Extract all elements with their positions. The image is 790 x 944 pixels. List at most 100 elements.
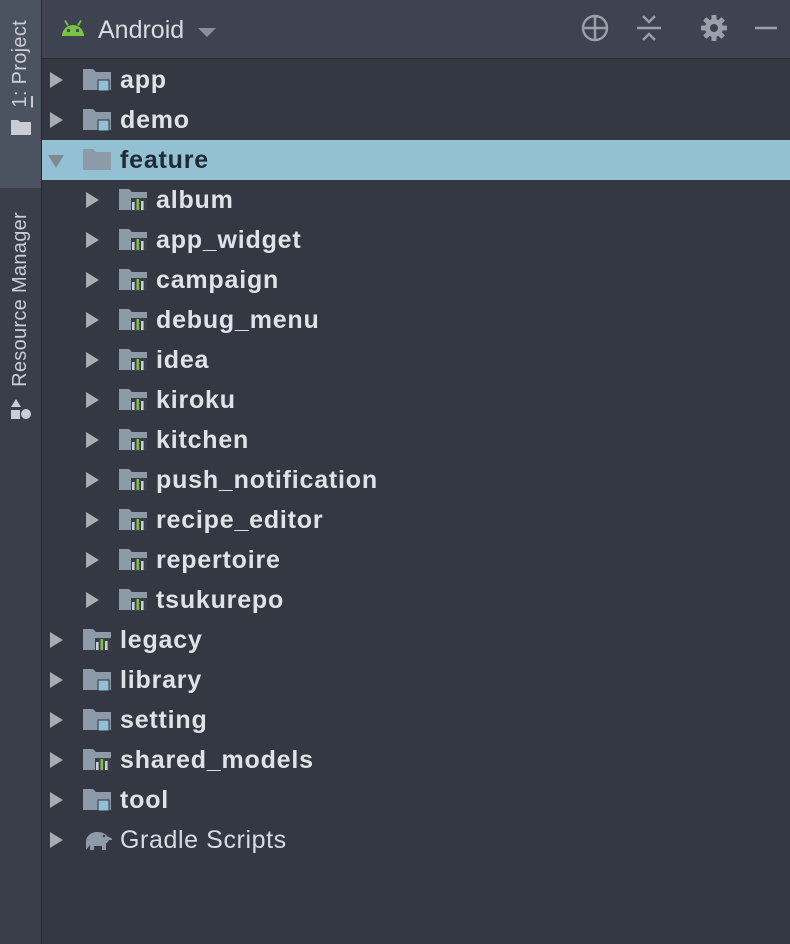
android-module-icon bbox=[118, 428, 150, 452]
collapsed-arrow-icon[interactable] bbox=[86, 232, 99, 248]
android-icon bbox=[60, 19, 86, 42]
tree-row[interactable]: kiroku bbox=[42, 380, 790, 420]
tree-row-label: library bbox=[120, 666, 203, 694]
project-tab[interactable]: 1: Project bbox=[0, 0, 41, 188]
view-selector-dropdown[interactable]: Android bbox=[60, 12, 217, 48]
minimize-icon bbox=[753, 15, 779, 46]
collapse-all-icon bbox=[635, 13, 663, 48]
resource-manager-icon bbox=[9, 397, 33, 426]
tree-row[interactable]: push_notification bbox=[42, 460, 790, 500]
tree-row[interactable]: campaign bbox=[42, 260, 790, 300]
tree-row[interactable]: recipe_editor bbox=[42, 500, 790, 540]
android-module-icon bbox=[82, 748, 114, 772]
tool-window-header: Android bbox=[42, 0, 790, 59]
collapsed-arrow-icon[interactable] bbox=[50, 712, 63, 728]
chevron-down-icon bbox=[198, 27, 217, 37]
project-tree: app demo feature album app_widget campaign deb… bbox=[42, 60, 790, 944]
tree-row-label: setting bbox=[120, 706, 208, 734]
tree-row[interactable]: shared_models bbox=[42, 740, 790, 780]
module-folder-icon bbox=[82, 708, 114, 732]
collapsed-arrow-icon[interactable] bbox=[50, 632, 63, 648]
tree-row-label: demo bbox=[120, 106, 190, 134]
tree-row[interactable]: legacy bbox=[42, 620, 790, 660]
tree-row[interactable]: Gradle Scripts bbox=[42, 820, 790, 860]
tree-row-label: shared_models bbox=[120, 746, 314, 774]
module-folder-icon bbox=[82, 68, 114, 92]
tree-row[interactable]: idea bbox=[42, 340, 790, 380]
minimize-button[interactable] bbox=[750, 14, 782, 46]
project-tab-label: 1: Project bbox=[9, 20, 31, 108]
tree-row[interactable]: app_widget bbox=[42, 220, 790, 260]
collapsed-arrow-icon[interactable] bbox=[86, 312, 99, 328]
android-module-icon bbox=[118, 268, 150, 292]
tree-row-label: legacy bbox=[120, 626, 203, 654]
gear-icon bbox=[700, 14, 728, 47]
collapsed-arrow-icon[interactable] bbox=[86, 432, 99, 448]
tree-row-label: push_notification bbox=[156, 466, 378, 494]
android-module-icon bbox=[118, 588, 150, 612]
locate-target-button[interactable] bbox=[579, 14, 611, 46]
collapsed-arrow-icon[interactable] bbox=[86, 592, 99, 608]
collapsed-arrow-icon[interactable] bbox=[50, 672, 63, 688]
folder-icon bbox=[10, 118, 32, 141]
gradle-elephant-icon bbox=[82, 828, 114, 852]
android-module-icon bbox=[118, 548, 150, 572]
tree-row-label: app_widget bbox=[156, 226, 302, 254]
tree-row[interactable]: tsukurepo bbox=[42, 580, 790, 620]
module-folder-icon bbox=[82, 788, 114, 812]
collapsed-arrow-icon[interactable] bbox=[50, 832, 63, 848]
tree-row[interactable]: kitchen bbox=[42, 420, 790, 460]
android-module-icon bbox=[82, 628, 114, 652]
collapsed-arrow-icon[interactable] bbox=[86, 552, 99, 568]
tree-row[interactable]: tool bbox=[42, 780, 790, 820]
tree-row[interactable]: app bbox=[42, 60, 790, 100]
tree-row[interactable]: feature bbox=[42, 140, 790, 180]
tree-row-label: tsukurepo bbox=[156, 586, 285, 614]
collapsed-arrow-icon[interactable] bbox=[86, 512, 99, 528]
resource-manager-tab[interactable]: Resource Manager bbox=[0, 212, 41, 472]
tree-row[interactable]: setting bbox=[42, 700, 790, 740]
tree-row-label: repertoire bbox=[156, 546, 281, 574]
project-tool-window: 1: Project Resource Manager Android app … bbox=[0, 0, 790, 944]
tool-window-strip: 1: Project Resource Manager bbox=[0, 0, 42, 944]
folder-icon bbox=[82, 148, 114, 172]
collapsed-arrow-icon[interactable] bbox=[50, 112, 63, 128]
module-folder-icon bbox=[82, 108, 114, 132]
android-module-icon bbox=[118, 508, 150, 532]
tree-row-label: kitchen bbox=[156, 426, 250, 454]
android-module-icon bbox=[118, 468, 150, 492]
collapsed-arrow-icon[interactable] bbox=[50, 752, 63, 768]
android-module-icon bbox=[118, 188, 150, 212]
collapsed-arrow-icon[interactable] bbox=[86, 192, 99, 208]
collapsed-arrow-icon[interactable] bbox=[86, 272, 99, 288]
android-module-icon bbox=[118, 388, 150, 412]
resource-manager-tab-label: Resource Manager bbox=[9, 212, 31, 387]
settings-button[interactable] bbox=[698, 14, 730, 46]
tree-row-label: app bbox=[120, 66, 167, 94]
tree-row-label: recipe_editor bbox=[156, 506, 324, 534]
tree-row-label: debug_menu bbox=[156, 306, 320, 334]
tree-row[interactable]: demo bbox=[42, 100, 790, 140]
tree-row-label: campaign bbox=[156, 266, 280, 294]
tree-row[interactable]: debug_menu bbox=[42, 300, 790, 340]
locate-target-icon bbox=[580, 13, 610, 48]
collapsed-arrow-icon[interactable] bbox=[86, 392, 99, 408]
collapsed-arrow-icon[interactable] bbox=[50, 792, 63, 808]
module-folder-icon bbox=[82, 668, 114, 692]
collapse-all-button[interactable] bbox=[633, 14, 665, 46]
tree-row[interactable]: album bbox=[42, 180, 790, 220]
android-module-icon bbox=[118, 308, 150, 332]
collapsed-arrow-icon[interactable] bbox=[86, 472, 99, 488]
collapsed-arrow-icon[interactable] bbox=[86, 352, 99, 368]
collapsed-arrow-icon[interactable] bbox=[50, 72, 63, 88]
tree-row[interactable]: library bbox=[42, 660, 790, 700]
tree-row-label: idea bbox=[156, 346, 210, 374]
expanded-arrow-icon[interactable] bbox=[48, 155, 64, 168]
tree-row-label: tool bbox=[120, 786, 170, 814]
tree-row[interactable]: repertoire bbox=[42, 540, 790, 580]
tree-row-label: Gradle Scripts bbox=[120, 826, 287, 854]
tree-row-label: album bbox=[156, 186, 234, 214]
android-module-icon bbox=[118, 348, 150, 372]
tree-row-label: kiroku bbox=[156, 386, 236, 414]
view-selector-label: Android bbox=[98, 15, 185, 44]
